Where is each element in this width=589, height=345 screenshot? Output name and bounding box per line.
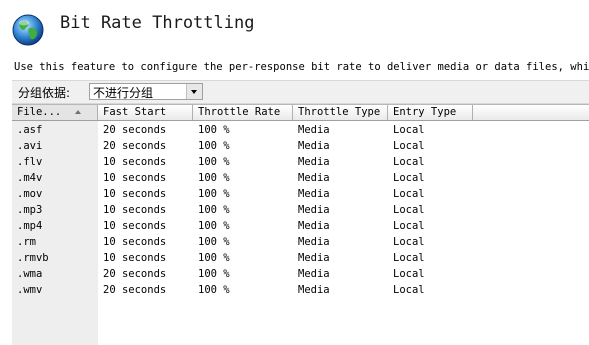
cell-fast-start: 20 seconds [103, 268, 167, 280]
cell-fast-start: 10 seconds [103, 252, 167, 264]
cell-throttle-rate: 100 % [198, 252, 230, 264]
group-by-label: 分组依据: [18, 86, 71, 100]
table-row[interactable]: .rm 10 seconds 100 % Media Local [12, 234, 589, 250]
column-header-label: Fast Start [103, 106, 167, 118]
column-header-file[interactable]: File... [12, 105, 98, 120]
cell-throttle-rate: 100 % [198, 172, 230, 184]
cell-throttle-rate: 100 % [198, 284, 230, 296]
table-row[interactable]: .mp4 10 seconds 100 % Media Local [12, 218, 589, 234]
column-header-fast-start[interactable]: Fast Start [98, 105, 193, 120]
cell-file: .m4v [17, 172, 43, 184]
cell-throttle-rate: 100 % [198, 204, 230, 216]
table-row[interactable]: .mov 10 seconds 100 % Media Local [12, 186, 589, 202]
cell-throttle-type: Media [298, 252, 330, 264]
column-header-label: Throttle Rate [198, 106, 281, 118]
cell-throttle-type: Media [298, 284, 330, 296]
table-row[interactable]: .m4v 10 seconds 100 % Media Local [12, 170, 589, 186]
cell-throttle-rate: 100 % [198, 156, 230, 168]
list-header: File... Fast Start Throttle Rate Throttl… [12, 105, 589, 121]
cell-entry-type: Local [393, 204, 425, 216]
cell-entry-type: Local [393, 284, 425, 296]
group-by-selected-value: 不进行分组 [93, 86, 154, 100]
cell-entry-type: Local [393, 236, 425, 248]
cell-throttle-rate: 100 % [198, 236, 230, 248]
table-row[interactable]: .wma 20 seconds 100 % Media Local [12, 266, 589, 282]
throttling-list[interactable]: File... Fast Start Throttle Rate Throttl… [12, 104, 589, 345]
cell-file: .rmvb [17, 252, 49, 264]
cell-entry-type: Local [393, 124, 425, 136]
cell-entry-type: Local [393, 172, 425, 184]
cell-entry-type: Local [393, 140, 425, 152]
cell-entry-type: Local [393, 268, 425, 280]
cell-throttle-type: Media [298, 172, 330, 184]
cell-entry-type: Local [393, 156, 425, 168]
cell-fast-start: 20 seconds [103, 284, 167, 296]
table-row[interactable]: .rmvb 10 seconds 100 % Media Local [12, 250, 589, 266]
cell-throttle-type: Media [298, 220, 330, 232]
feature-description: Use this feature to configure the per-re… [14, 61, 589, 73]
column-header-throttle-type[interactable]: Throttle Type [293, 105, 388, 120]
cell-fast-start: 10 seconds [103, 172, 167, 184]
cell-throttle-rate: 100 % [198, 140, 230, 152]
cell-file: .flv [17, 156, 43, 168]
group-by-select[interactable]: 不进行分组 [89, 83, 203, 100]
cell-file: .wmv [17, 284, 43, 296]
column-header-label: Throttle Type [298, 106, 381, 118]
globe-icon [12, 14, 44, 46]
cell-fast-start: 20 seconds [103, 140, 167, 152]
cell-throttle-type: Media [298, 124, 330, 136]
chevron-down-icon[interactable] [186, 84, 202, 99]
cell-throttle-rate: 100 % [198, 124, 230, 136]
cell-fast-start: 20 seconds [103, 124, 167, 136]
table-row[interactable]: .avi 20 seconds 100 % Media Local [12, 138, 589, 154]
cell-entry-type: Local [393, 220, 425, 232]
column-header-label: Entry Type [393, 106, 457, 118]
cell-fast-start: 10 seconds [103, 236, 167, 248]
page-title: Bit Rate Throttling [60, 13, 255, 33]
table-row[interactable]: .mp3 10 seconds 100 % Media Local [12, 202, 589, 218]
cell-file: .wma [17, 268, 43, 280]
cell-fast-start: 10 seconds [103, 188, 167, 200]
cell-throttle-rate: 100 % [198, 188, 230, 200]
cell-throttle-type: Media [298, 188, 330, 200]
cell-file: .avi [17, 140, 43, 152]
column-header-throttle-rate[interactable]: Throttle Rate [193, 105, 293, 120]
cell-file: .rm [17, 236, 36, 248]
feature-header: Bit Rate Throttling [0, 0, 589, 56]
table-row[interactable]: .wmv 20 seconds 100 % Media Local [12, 282, 589, 298]
column-header-label: File... [17, 106, 62, 118]
column-header-entry-type[interactable]: Entry Type [388, 105, 473, 120]
table-row[interactable]: .asf 20 seconds 100 % Media Local [12, 122, 589, 138]
sort-ascending-icon [75, 110, 81, 114]
cell-file: .mp4 [17, 220, 43, 232]
cell-entry-type: Local [393, 252, 425, 264]
cell-throttle-type: Media [298, 156, 330, 168]
table-row[interactable]: .flv 10 seconds 100 % Media Local [12, 154, 589, 170]
cell-file: .mp3 [17, 204, 43, 216]
cell-file: .mov [17, 188, 43, 200]
cell-throttle-type: Media [298, 140, 330, 152]
cell-entry-type: Local [393, 188, 425, 200]
group-by-toolbar: 分组依据: 不进行分组 [12, 80, 589, 104]
cell-file: .asf [17, 124, 43, 136]
cell-fast-start: 10 seconds [103, 220, 167, 232]
cell-throttle-rate: 100 % [198, 268, 230, 280]
cell-throttle-type: Media [298, 236, 330, 248]
cell-fast-start: 10 seconds [103, 156, 167, 168]
cell-throttle-type: Media [298, 268, 330, 280]
cell-throttle-type: Media [298, 204, 330, 216]
cell-fast-start: 10 seconds [103, 204, 167, 216]
cell-throttle-rate: 100 % [198, 220, 230, 232]
